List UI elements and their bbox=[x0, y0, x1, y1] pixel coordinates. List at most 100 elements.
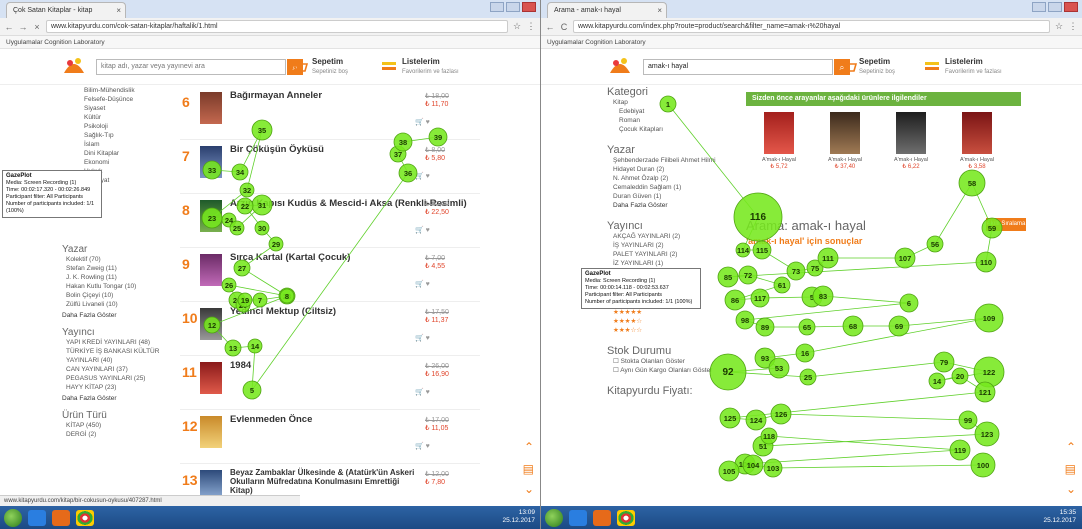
lists-link[interactable]: Listelerim Favorilerim ve fazlası bbox=[945, 57, 1002, 75]
search-input[interactable]: kitap adı, yazar veya yayınevi ara bbox=[96, 59, 286, 75]
book-cover[interactable] bbox=[200, 308, 222, 340]
firefox-icon[interactable] bbox=[52, 509, 70, 526]
product-title[interactable]: Yedinci Mektup (Ciltsiz) bbox=[230, 306, 336, 317]
cart-heart-icons[interactable]: 🛒 ♥ bbox=[415, 442, 430, 450]
start-button[interactable] bbox=[4, 508, 22, 527]
product-row[interactable]: 8 Arzın Kapısı Kudüs & Mescid-i Aksa (Ren… bbox=[180, 194, 480, 248]
back-icon[interactable]: ← bbox=[4, 22, 14, 32]
category-item[interactable]: Ekonomi bbox=[62, 158, 162, 167]
close-tab-icon[interactable]: × bbox=[657, 3, 662, 18]
product-row[interactable]: 10 Yedinci Mektup (Ciltsiz) ₺ 17,50 ₺ 11,37… bbox=[180, 302, 480, 356]
scroll-down-icon[interactable]: ⌄ bbox=[1066, 482, 1076, 496]
book-cover[interactable] bbox=[962, 112, 992, 154]
cart-icon[interactable] bbox=[839, 59, 857, 75]
category-item[interactable]: Çocuk Kitapları bbox=[607, 125, 737, 134]
product-title[interactable]: Bağırmayan Anneler bbox=[230, 90, 322, 101]
close-window-button[interactable] bbox=[1064, 2, 1078, 12]
bookmarks-bar[interactable]: Uygulamalar Cognition Laboratory bbox=[541, 36, 1082, 49]
cart-heart-icons[interactable]: 🛒 ♥ bbox=[415, 118, 430, 126]
book-cover[interactable] bbox=[200, 362, 222, 394]
product-title[interactable]: Beyaz Zambaklar Ülkesinde & (Atatürk'ün … bbox=[230, 468, 420, 495]
show-more-authors[interactable]: Daha Fazla Göster bbox=[607, 201, 737, 210]
rating-stars-icon[interactable]: ★★★☆☆ bbox=[607, 326, 737, 335]
cart-link[interactable]: Sepetim Sepetiniz boş bbox=[859, 57, 895, 75]
author-item[interactable]: Bolin Çiçeyi (10) bbox=[62, 291, 162, 300]
show-more-authors[interactable]: Daha Fazla Göster bbox=[62, 312, 162, 319]
firefox-icon[interactable] bbox=[593, 509, 611, 526]
publisher-item[interactable]: İZ YAYINLARI (1) bbox=[607, 259, 737, 268]
document-icon[interactable]: ▤ bbox=[523, 462, 534, 476]
product-title[interactable]: Bir Çöküşün Öyküsü bbox=[230, 144, 324, 155]
publisher-item[interactable]: İŞ YAYINLARI (2) bbox=[607, 241, 737, 250]
book-cover[interactable] bbox=[200, 92, 222, 124]
browser-tab[interactable]: Çok Satan Kitaplar - kitap × bbox=[6, 2, 126, 18]
book-cover[interactable] bbox=[200, 416, 222, 448]
category-item[interactable]: Kültür bbox=[62, 113, 162, 122]
category-item[interactable]: Sağlık-Tıp bbox=[62, 131, 162, 140]
recommendation-item[interactable]: A'mak-ı Hayal ₺ 37,40 bbox=[822, 112, 868, 182]
close-window-button[interactable] bbox=[522, 2, 536, 12]
publisher-item[interactable]: HAYY KİTAP (23) bbox=[62, 383, 162, 392]
category-item[interactable]: Siyaset bbox=[62, 104, 162, 113]
cart-heart-icons[interactable]: 🛒 ♥ bbox=[415, 226, 430, 234]
ie-icon[interactable] bbox=[28, 509, 46, 526]
cart-icon[interactable] bbox=[290, 59, 308, 75]
back-icon[interactable]: ← bbox=[545, 22, 555, 32]
cart-heart-icons[interactable]: 🛒 ♥ bbox=[415, 334, 430, 342]
close-tab-icon[interactable]: × bbox=[116, 3, 121, 18]
product-title[interactable]: Evlenmeden Önce bbox=[230, 414, 312, 425]
minimize-button[interactable] bbox=[1032, 2, 1046, 12]
category-item[interactable]: Bilim-Mühendislik bbox=[62, 86, 162, 95]
author-item[interactable]: N. Ahmet Özalp (2) bbox=[607, 174, 737, 183]
category-item[interactable]: Psikoloji bbox=[62, 122, 162, 131]
menu-icon[interactable]: ⋮ bbox=[1068, 21, 1078, 32]
product-row[interactable]: 9 Sırça Kartal (Kartal Çocuk) ₺ 7,00 ₺ 4,55… bbox=[180, 248, 480, 302]
scroll-up-icon[interactable]: ⌃ bbox=[524, 440, 534, 454]
scroll-up-icon[interactable]: ⌃ bbox=[1066, 440, 1076, 454]
url-field[interactable]: www.kitapyurdu.com/cok-satan-kitaplar/ha… bbox=[46, 20, 508, 33]
publisher-item[interactable]: YAPI KREDİ YAYINLARI (48) bbox=[62, 338, 162, 347]
category-item[interactable]: Felsefe-Düşünce bbox=[62, 95, 162, 104]
bookmarks-bar[interactable]: Uygulamalar Cognition Laboratory bbox=[0, 36, 540, 49]
recommendation-item[interactable]: A'mak-ı Hayal ₺ 5,72 bbox=[756, 112, 802, 182]
book-cover[interactable] bbox=[830, 112, 860, 154]
author-item[interactable]: Cemaleddin Sağlam (1) bbox=[607, 183, 737, 192]
reload-icon[interactable]: C bbox=[559, 22, 569, 32]
product-title[interactable]: Sırça Kartal (Kartal Çocuk) bbox=[230, 252, 350, 263]
stock-checkbox[interactable]: ☐ Stokta Olanları Göster bbox=[607, 357, 737, 366]
book-cover[interactable] bbox=[200, 200, 222, 232]
publisher-item[interactable]: PEGASUS YAYINLARI (25) bbox=[62, 374, 162, 383]
category-item[interactable]: İslam bbox=[62, 140, 162, 149]
product-type-item[interactable]: DERGİ (2) bbox=[62, 430, 162, 439]
author-item[interactable]: Duran Güven (1) bbox=[607, 192, 737, 201]
kitapyurdu-logo-icon[interactable] bbox=[606, 53, 634, 79]
star-icon[interactable]: ☆ bbox=[1054, 21, 1064, 32]
forward-icon[interactable]: → bbox=[18, 22, 28, 32]
lists-link[interactable]: Listelerim Favorilerim ve fazlası bbox=[402, 57, 459, 75]
book-cover[interactable] bbox=[764, 112, 794, 154]
start-button[interactable] bbox=[545, 508, 563, 527]
scroll-down-icon[interactable]: ⌄ bbox=[524, 482, 534, 496]
maximize-button[interactable] bbox=[1048, 2, 1062, 12]
lists-icon[interactable] bbox=[380, 59, 398, 75]
author-item[interactable]: Kolektif (70) bbox=[62, 255, 162, 264]
product-row[interactable]: 11 1984 ₺ 26,00 ₺ 16,90 🛒 ♥ bbox=[180, 356, 480, 410]
url-field[interactable]: www.kitapyurdu.com/index.php?route=produ… bbox=[573, 20, 1050, 33]
chrome-icon[interactable] bbox=[617, 509, 635, 526]
rating-stars-icon[interactable]: ★★★★★ bbox=[607, 308, 737, 317]
minimize-button[interactable] bbox=[490, 2, 504, 12]
lists-icon[interactable] bbox=[923, 59, 941, 75]
cart-heart-icons[interactable]: 🛒 ♥ bbox=[415, 388, 430, 396]
product-row[interactable]: 12 Evlenmeden Önce ₺ 17,00 ₺ 11,05 🛒 ♥ bbox=[180, 410, 480, 464]
book-cover[interactable] bbox=[896, 112, 926, 154]
category-item[interactable]: Kitap bbox=[607, 98, 737, 107]
category-item[interactable]: Dini Kitaplar bbox=[62, 149, 162, 158]
sort-dropdown[interactable]: Akıllı Sıralama bbox=[986, 218, 1026, 231]
recommendation-item[interactable]: A'mak-ı Hayal ₺ 6,22 bbox=[888, 112, 934, 182]
author-item[interactable]: Hidayet Duran (2) bbox=[607, 165, 737, 174]
publisher-item[interactable]: TÜRKİYE İŞ BANKASI KÜLTÜR YAYINLARI (40) bbox=[62, 347, 162, 365]
kitapyurdu-logo-icon[interactable] bbox=[60, 53, 88, 79]
author-item[interactable]: Hakan Kutlu Tongar (10) bbox=[62, 282, 162, 291]
product-type-item[interactable]: KİTAP (450) bbox=[62, 421, 162, 430]
star-icon[interactable]: ☆ bbox=[512, 21, 522, 32]
